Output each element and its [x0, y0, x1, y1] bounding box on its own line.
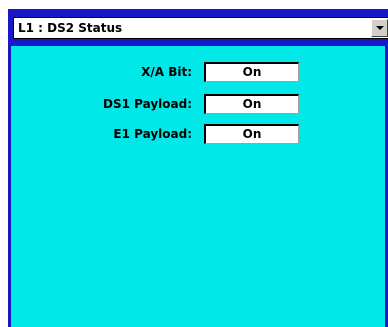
xa-bit-label: X/A Bit: — [141, 65, 192, 79]
ds1-payload-row: DS1 Payload: On — [11, 94, 385, 114]
e1-payload-row: E1 Payload: On — [11, 124, 385, 144]
xa-bit-row: X/A Bit: On — [11, 62, 385, 82]
status-panel: L1 : DS2 Status X/A Bit: On DS1 Payload:… — [8, 9, 388, 327]
ds1-payload-label: DS1 Payload: — [103, 97, 192, 111]
dropdown-button[interactable] — [371, 19, 388, 37]
e1-payload-value: On — [204, 124, 299, 144]
ds1-payload-value: On — [204, 94, 299, 114]
xa-bit-value: On — [204, 62, 299, 82]
e1-payload-label: E1 Payload: — [113, 127, 192, 141]
chevron-down-icon — [376, 26, 384, 30]
status-select-value: L1 : DS2 Status — [18, 21, 123, 35]
status-select-dropdown[interactable]: L1 : DS2 Status — [13, 17, 388, 39]
